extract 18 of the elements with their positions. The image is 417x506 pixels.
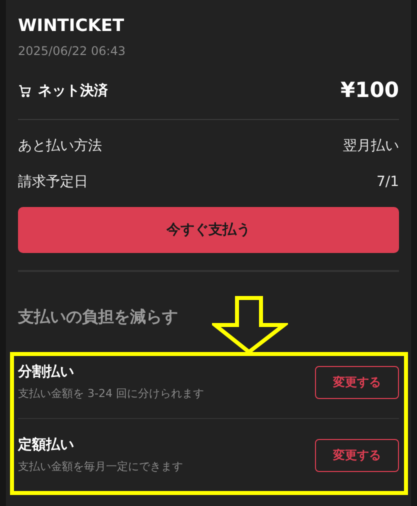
option-description: 支払い金額を 3-24 回に分けられます	[18, 386, 204, 402]
change-button[interactable]: 変更する	[315, 366, 399, 398]
detail-label: 請求予定日	[18, 172, 88, 192]
detail-value: 翌月払い	[343, 136, 399, 156]
down-arrow-icon	[212, 296, 288, 354]
date-time: 2025/06/22 06:43	[18, 43, 127, 60]
detail-label: あと払い方法	[18, 136, 102, 156]
option-title: 分割払い	[18, 362, 75, 382]
option-description: 支払い金額を毎月一定にできます	[18, 458, 183, 475]
merchant-name: WINTICKET	[18, 15, 126, 38]
pay-now-button[interactable]: 今すぐ支払う	[18, 207, 399, 253]
detail-value: 7/1	[376, 172, 399, 192]
change-button[interactable]: 変更する	[315, 438, 399, 472]
option-title: 定額払い	[18, 436, 75, 455]
section-title: 支払いの負担を減らす	[18, 306, 179, 328]
cart-icon	[18, 84, 32, 98]
amount: ¥100	[340, 77, 399, 104]
payment-method: ネット決済	[38, 82, 108, 100]
